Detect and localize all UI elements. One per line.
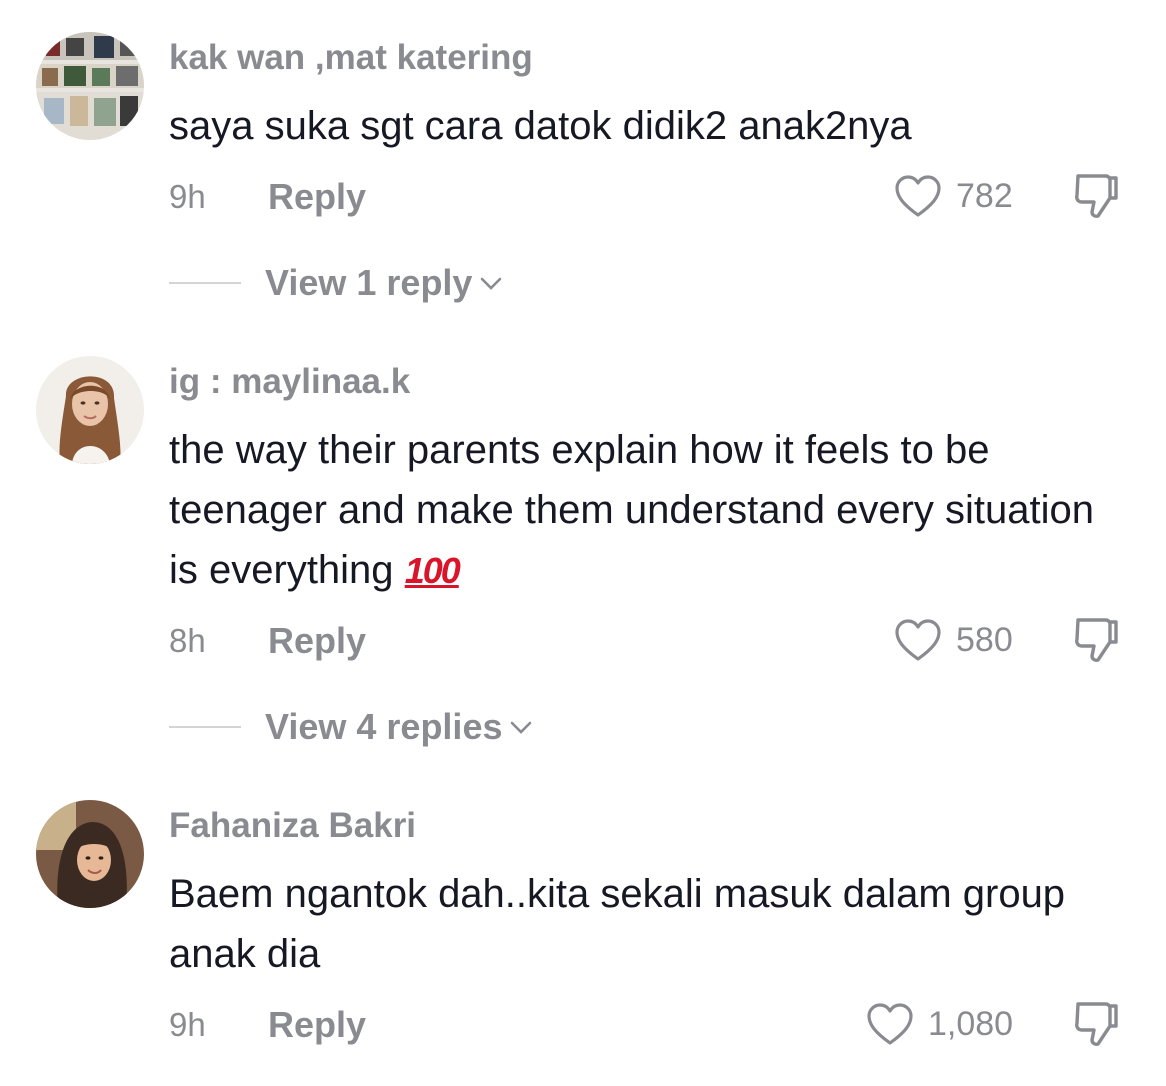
comment-username[interactable]: Fahaniza Bakri bbox=[169, 806, 416, 846]
dislike-icon[interactable] bbox=[1072, 1000, 1122, 1048]
view-replies-label: View 1 reply bbox=[265, 262, 473, 303]
like-count: 782 bbox=[956, 176, 1013, 215]
dislike-icon[interactable] bbox=[1072, 616, 1122, 664]
like-button[interactable]: 1,080 bbox=[866, 1002, 1013, 1046]
comment-timestamp: 8h bbox=[169, 622, 206, 659]
heart-icon bbox=[895, 619, 941, 661]
like-button[interactable]: 580 bbox=[894, 618, 1013, 662]
comment-timestamp: 9h bbox=[169, 1006, 206, 1043]
reply-button[interactable]: Reply bbox=[268, 1004, 366, 1046]
avatar[interactable] bbox=[36, 32, 144, 140]
reply-button[interactable]: Reply bbox=[268, 620, 366, 662]
hundred-points-icon: 100 bbox=[404, 550, 461, 591]
like-count: 580 bbox=[956, 620, 1013, 659]
view-replies-button[interactable]: View 4 replies bbox=[169, 706, 534, 748]
divider-line bbox=[169, 726, 241, 728]
avatar[interactable] bbox=[36, 800, 144, 908]
like-button[interactable]: 782 bbox=[894, 174, 1013, 218]
divider-line bbox=[169, 282, 241, 284]
comment-body: the way their parents explain how it fee… bbox=[169, 428, 1095, 592]
chevron-down-icon bbox=[511, 721, 532, 734]
comment-text: the way their parents explain how it fee… bbox=[169, 420, 1129, 601]
comment-text: saya suka sgt cara datok didik2 anak2nya bbox=[169, 104, 912, 148]
hijab-woman-avatar-icon bbox=[36, 800, 144, 908]
comment-timestamp: 9h bbox=[169, 178, 206, 215]
heart-icon bbox=[867, 1003, 913, 1045]
avatar[interactable] bbox=[36, 356, 144, 464]
heart-icon bbox=[895, 175, 941, 217]
comment-username[interactable]: kak wan ,mat katering bbox=[169, 38, 533, 78]
view-replies-button[interactable]: View 1 reply bbox=[169, 262, 504, 304]
woman-portrait-avatar-icon bbox=[36, 356, 144, 464]
comment-username[interactable]: ig : maylinaa.k bbox=[169, 362, 410, 402]
comment-text: Baem ngantok dah..kita sekali masuk dala… bbox=[169, 872, 1066, 976]
dislike-icon[interactable] bbox=[1072, 172, 1122, 220]
view-replies-label: View 4 replies bbox=[265, 706, 503, 747]
collage-photo-avatar-icon bbox=[36, 32, 144, 140]
chevron-down-icon bbox=[481, 277, 502, 290]
reply-button[interactable]: Reply bbox=[268, 176, 366, 218]
like-count: 1,080 bbox=[928, 1004, 1014, 1043]
